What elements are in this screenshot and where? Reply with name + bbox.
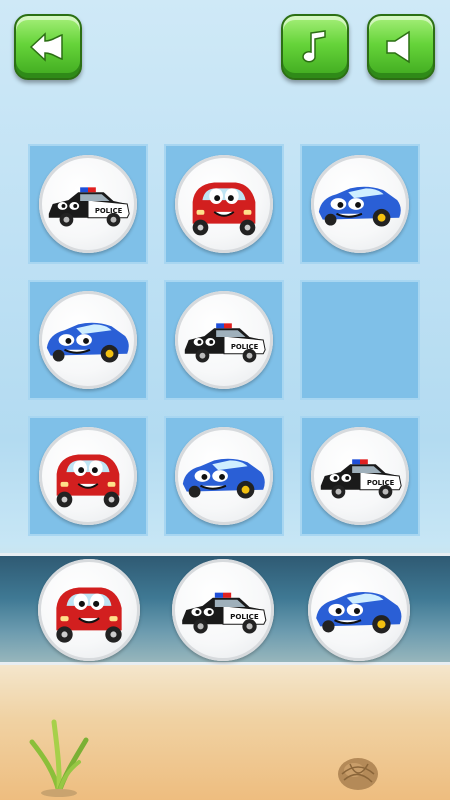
- tray-piece-red-car[interactable]: [38, 559, 140, 661]
- piece-tray: POLICE: [0, 553, 450, 665]
- police-label: POLICE: [95, 207, 123, 215]
- blue-car-icon: [46, 322, 129, 363]
- board-piece-blue-car[interactable]: [175, 427, 273, 525]
- board-tile[interactable]: [28, 416, 148, 536]
- police-car-icon: POLICE: [320, 459, 402, 499]
- board-tile[interactable]: POLICE: [300, 416, 420, 536]
- back-arrow-icon: [29, 32, 63, 62]
- music-note-icon: [302, 30, 326, 63]
- tumbleweed-decoration: [338, 758, 378, 790]
- board-piece-police-car[interactable]: POLICE: [175, 291, 273, 389]
- board-tile[interactable]: [300, 144, 420, 264]
- tray-slot[interactable]: [36, 558, 142, 662]
- top-toolbar: [0, 0, 450, 95]
- speaker-icon: [386, 30, 410, 64]
- board-piece-police-car[interactable]: POLICE: [39, 155, 137, 253]
- tray-piece-police-car[interactable]: POLICE: [172, 559, 274, 661]
- police-car-icon: POLICE: [48, 187, 130, 227]
- seaweed-plant-decoration: [29, 719, 89, 797]
- board-tile[interactable]: [164, 144, 284, 264]
- board-tile[interactable]: [164, 416, 284, 536]
- police-car-icon: POLICE: [184, 323, 266, 363]
- board-tile[interactable]: POLICE: [28, 144, 148, 264]
- board-piece-police-car[interactable]: POLICE: [311, 427, 409, 525]
- blue-car-icon: [182, 458, 265, 499]
- back-button[interactable]: [14, 14, 82, 80]
- police-car-icon: POLICE: [182, 592, 267, 634]
- tray-slot[interactable]: POLICE: [170, 558, 276, 662]
- board-piece-blue-car[interactable]: [39, 291, 137, 389]
- tray-piece-blue-car[interactable]: [308, 559, 410, 661]
- board-piece-blue-car[interactable]: [311, 155, 409, 253]
- puzzle-board: POLICE POLICE POLICE: [28, 144, 420, 536]
- tray-slot[interactable]: [306, 558, 412, 662]
- board-tile[interactable]: POLICE: [164, 280, 284, 400]
- police-label: POLICE: [231, 343, 259, 351]
- red-car-icon: [56, 587, 122, 643]
- board-tile[interactable]: [28, 280, 148, 400]
- police-label: POLICE: [367, 479, 395, 487]
- board-piece-red-car[interactable]: [39, 427, 137, 525]
- board-tile[interactable]: [300, 280, 420, 400]
- blue-car-icon: [318, 186, 401, 227]
- music-toggle-button[interactable]: [281, 14, 349, 80]
- board-piece-red-car[interactable]: [175, 155, 273, 253]
- sound-toggle-button[interactable]: [367, 14, 435, 80]
- blue-car-icon: [316, 592, 402, 634]
- red-car-icon: [192, 182, 256, 236]
- police-label: POLICE: [230, 612, 259, 621]
- red-car-icon: [56, 454, 120, 508]
